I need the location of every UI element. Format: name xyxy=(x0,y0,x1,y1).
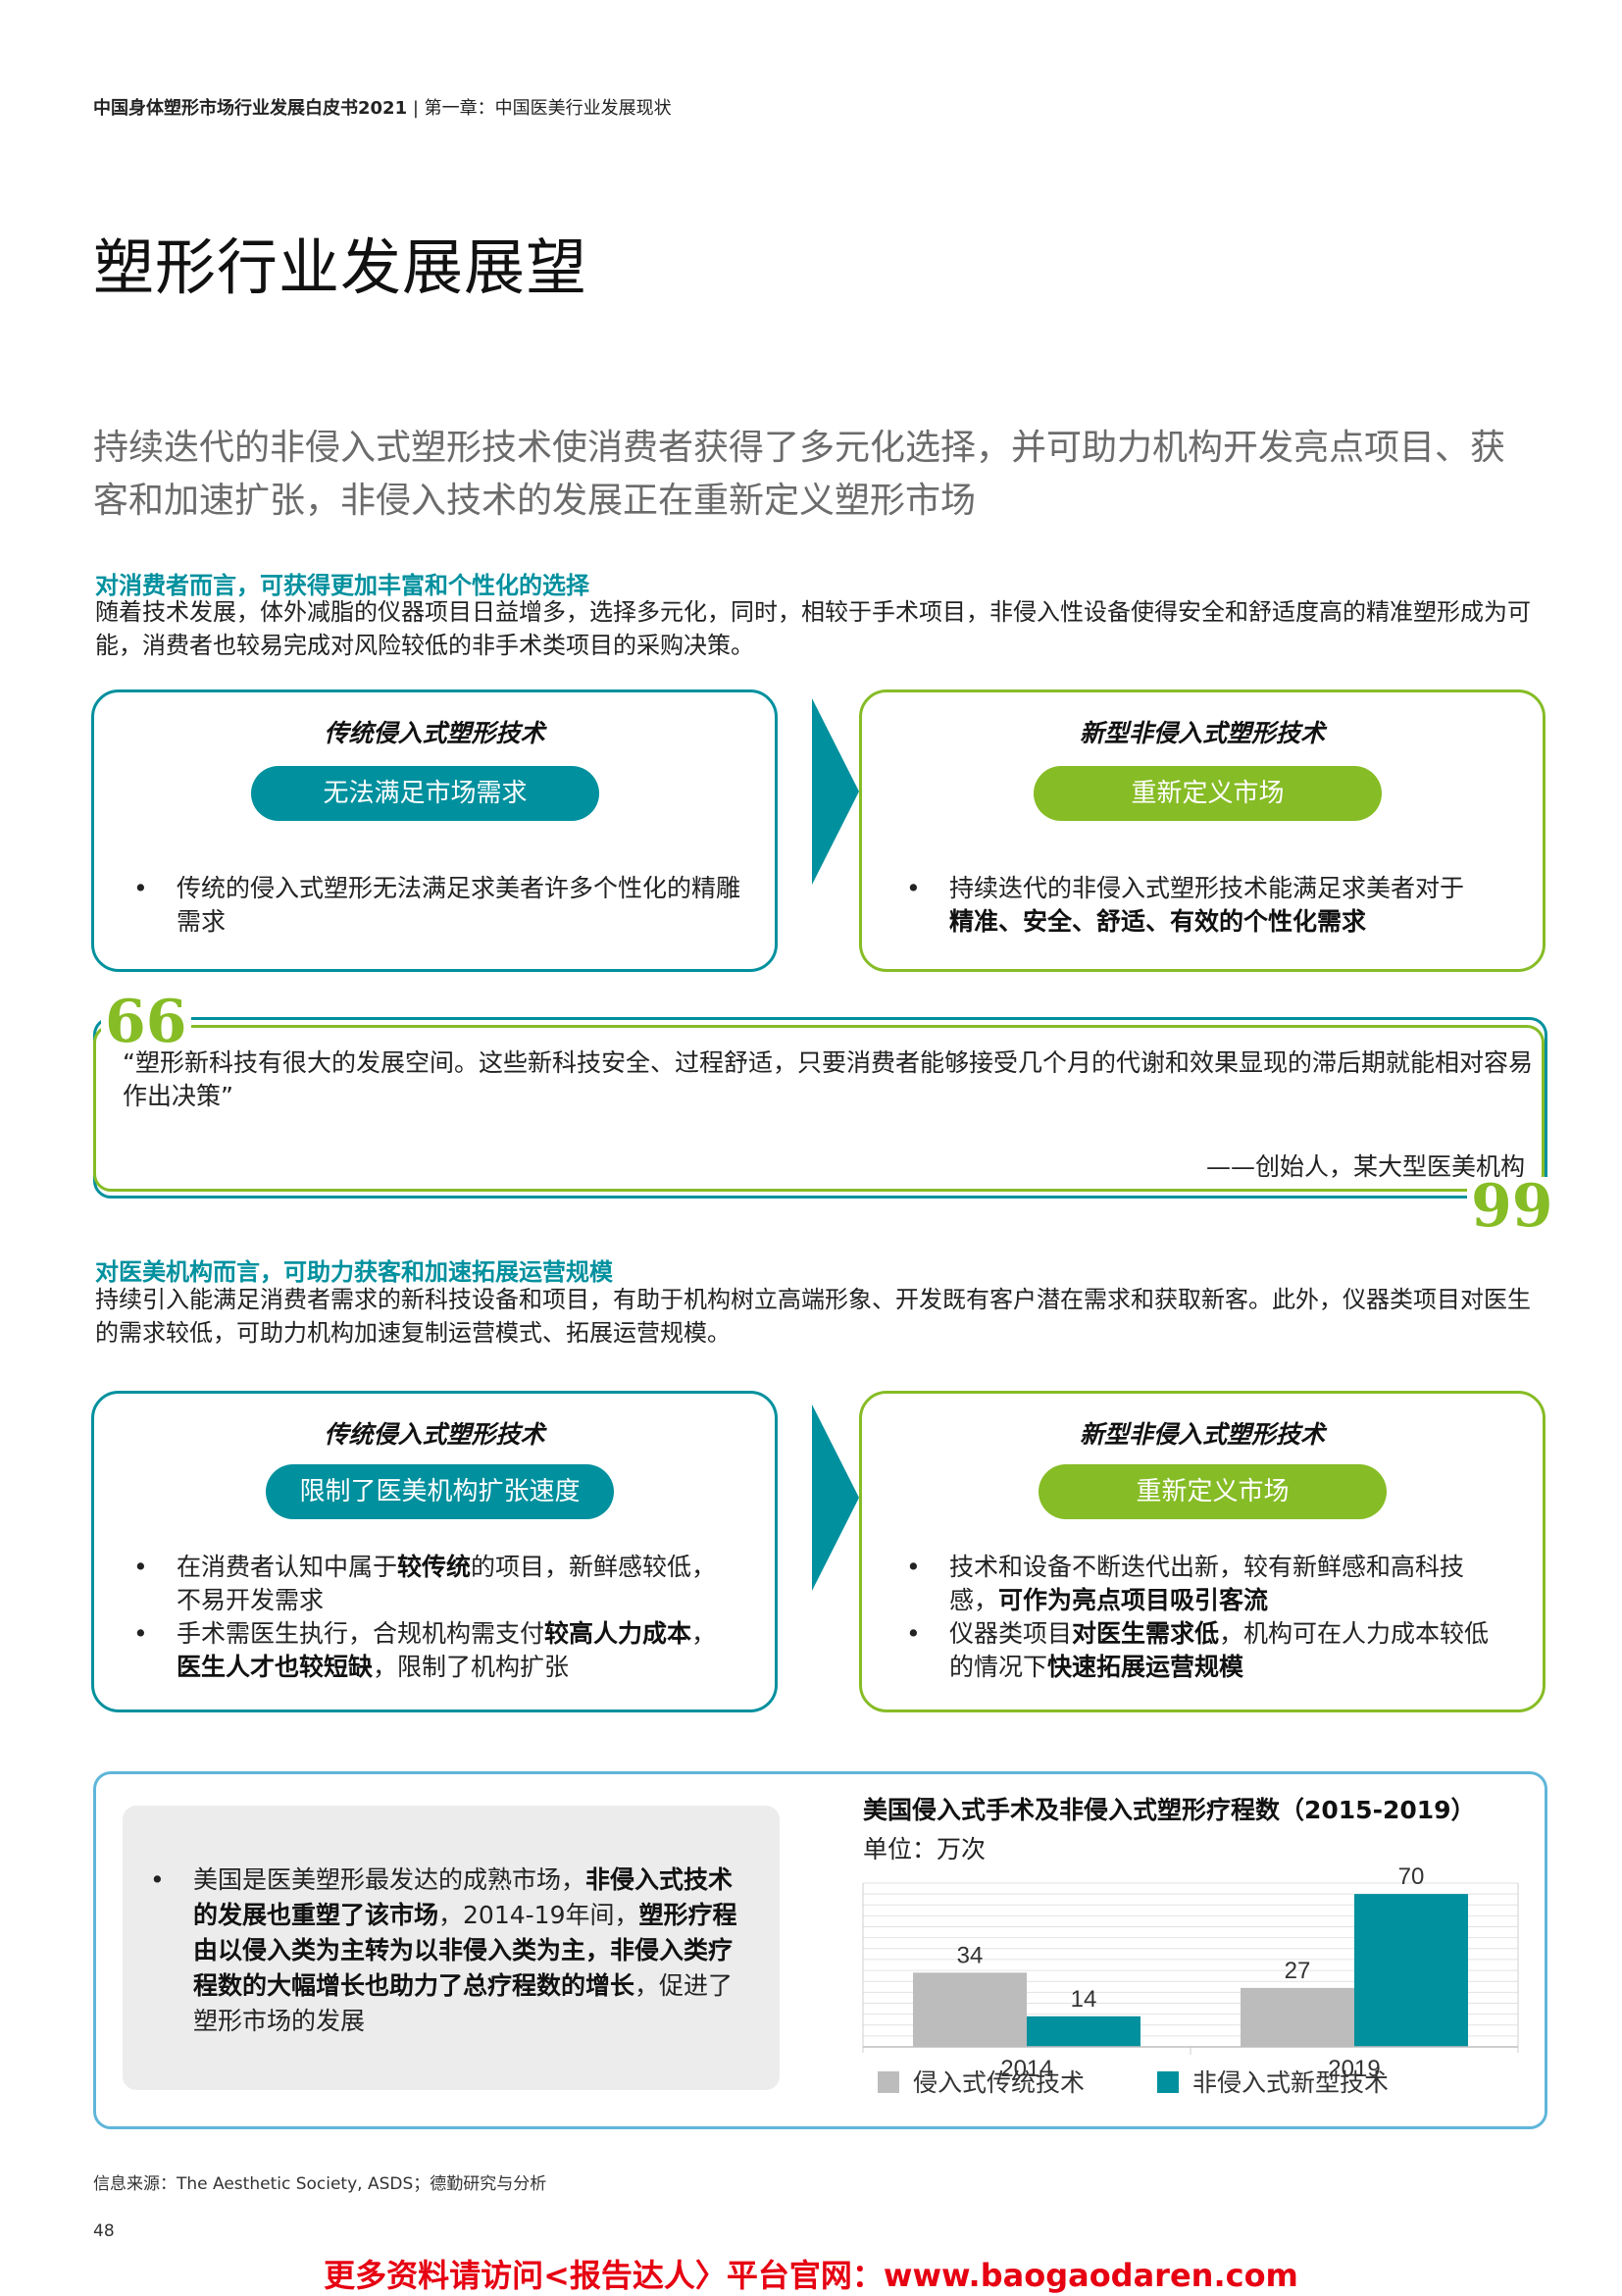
institution-traditional-card: 传统侵入式塑形技术 限制了医美机构扩张速度 在消费者认知中属于较传统的项目，新鲜… xyxy=(91,1391,778,1712)
consumer-body: 随着技术发展，体外减脂的仪器项目日益增多，选择多元化，同时，相较于手术项目，非侵… xyxy=(95,598,1531,659)
institution-new-card: 新型非侵入式塑形技术 重新定义市场 技术和设备不断迭代出新，较有新鲜感和高科技感… xyxy=(859,1391,1546,1712)
chart-unit-label: 单位：万次 xyxy=(863,1835,987,1863)
header-separator: | xyxy=(412,98,419,119)
chapter-title: 第一章：中国医美行业发展现状 xyxy=(424,98,672,119)
list-item: 手术需医生执行，合规机构需支付较高人力成本，医生人才也较短缺，限制了机构扩张 xyxy=(133,1617,722,1684)
source-note: 信息来源：The Aesthetic Society, ASDS；德勤研究与分析 xyxy=(93,2174,547,2194)
bar-value-label: 27 xyxy=(1285,1958,1311,1984)
bar-value-label: 14 xyxy=(1071,1986,1097,2013)
close-quote-icon: 99 xyxy=(1467,1177,1557,1236)
chart-title: 美国侵入式手术及非侵入式塑形疗程数（2015-2019） xyxy=(863,1796,1476,1824)
status-pill: 限制了医美机构扩张速度 xyxy=(266,1464,614,1519)
page-number: 48 xyxy=(93,2221,115,2241)
legend-swatch xyxy=(878,2071,899,2093)
promo-banner: 更多资料请访问<报告达人〉平台官网：www.baogaodaren.com xyxy=(324,2257,1298,2294)
open-quote-icon: 66 xyxy=(101,993,191,1051)
card-title: 传统侵入式塑形技术 xyxy=(324,719,545,747)
bar-chart: 3414201427702019侵入式传统技术 非侵入式新型技术 xyxy=(862,1863,1519,2097)
legend-label: 侵入式传统技术 xyxy=(913,2068,1085,2097)
card-title: 新型非侵入式塑形技术 xyxy=(1079,1420,1325,1449)
card-title: 新型非侵入式塑形技术 xyxy=(1079,719,1325,747)
bullet-list: 美国是医美塑形最发达的成熟市场，非侵入式技术的发展也重塑了该市场，2014-19… xyxy=(150,1862,738,2039)
list-item: 持续迭代的非侵入式塑形技术能满足求美者对于精准、安全、舒适、有效的个性化需求 xyxy=(906,872,1514,939)
legend-label: 非侵入式新型技术 xyxy=(1192,2068,1389,2097)
report-title: 中国身体塑形市场行业发展白皮书2021 xyxy=(93,98,408,119)
bar-value-label: 34 xyxy=(957,1942,984,1968)
bullet-list: 技术和设备不断迭代出新，较有新鲜感和高科技感，可作为亮点项目吸引客流 仪器类项目… xyxy=(906,1551,1495,1684)
bullet-emphasis: 精准、安全、舒适、有效的个性化需求 xyxy=(949,907,1367,936)
consumer-new-card: 新型非侵入式塑形技术 重新定义市场 持续迭代的非侵入式塑形技术能满足求美者对于精… xyxy=(859,689,1546,972)
bullet-list: 持续迭代的非侵入式塑形技术能满足求美者对于精准、安全、舒适、有效的个性化需求 xyxy=(906,872,1514,939)
bar xyxy=(1354,1894,1468,2047)
list-item: 传统的侵入式塑形无法满足求美者许多个性化的精雕需求 xyxy=(133,872,741,939)
quote-text: “塑形新科技有很大的发展空间。这些新科技安全、过程舒适，只要消费者能够接受几个月… xyxy=(123,1048,1533,1110)
bar xyxy=(1027,2015,1140,2047)
consumer-traditional-card: 传统侵入式塑形技术 无法满足市场需求 传统的侵入式塑形无法满足求美者许多个性化的… xyxy=(91,689,778,972)
page-title: 塑形行业发展展望 xyxy=(93,231,588,303)
list-item: 在消费者认知中属于较传统的项目，新鲜感较低，不易开发需求 xyxy=(133,1551,722,1617)
institution-heading: 对医美机构而言，可助力获客和加速拓展运营规模 xyxy=(95,1258,613,1286)
bar xyxy=(913,1972,1027,2047)
bullet-list: 在消费者认知中属于较传统的项目，新鲜感较低，不易开发需求 手术需医生执行，合规机… xyxy=(133,1551,722,1684)
page-header: 中国身体塑形市场行业发展白皮书2021 | 第一章：中国医美行业发展现状 xyxy=(93,94,672,120)
list-item: 技术和设备不断迭代出新，较有新鲜感和高科技感，可作为亮点项目吸引客流 xyxy=(906,1551,1495,1617)
list-item: 仪器类项目对医生需求低，机构可在人力成本较低的情况下快速拓展运营规模 xyxy=(906,1617,1495,1684)
institution-body: 持续引入能满足消费者需求的新科技设备和项目，有助于机构树立高端形象、开发既有客户… xyxy=(95,1286,1531,1347)
legend-swatch xyxy=(1157,2071,1179,2093)
status-pill: 无法满足市场需求 xyxy=(251,766,599,821)
bullet-text: 持续迭代的非侵入式塑形技术能满足求美者对于 xyxy=(949,874,1465,902)
arrow-right-icon xyxy=(812,698,859,885)
card-title: 传统侵入式塑形技术 xyxy=(324,1420,545,1449)
list-item: 美国是医美塑形最发达的成熟市场，非侵入式技术的发展也重塑了该市场，2014-19… xyxy=(150,1862,738,2039)
arrow-right-icon xyxy=(812,1404,859,1591)
us-summary-panel: 美国是医美塑形最发达的成熟市场，非侵入式技术的发展也重塑了该市场，2014-19… xyxy=(123,1806,780,2090)
bar xyxy=(1241,1987,1354,2047)
lead-paragraph: 持续迭代的非侵入式塑形技术使消费者获得了多元化选择，并可助力机构开发亮点项目、获… xyxy=(93,428,1506,521)
status-pill: 重新定义市场 xyxy=(1039,1464,1387,1519)
quote-attribution: ——创始人，某大型医美机构 xyxy=(1205,1152,1525,1181)
status-pill: 重新定义市场 xyxy=(1034,766,1382,821)
bar-value-label: 70 xyxy=(1398,1863,1425,1890)
bullet-list: 传统的侵入式塑形无法满足求美者许多个性化的精雕需求 xyxy=(133,872,741,939)
